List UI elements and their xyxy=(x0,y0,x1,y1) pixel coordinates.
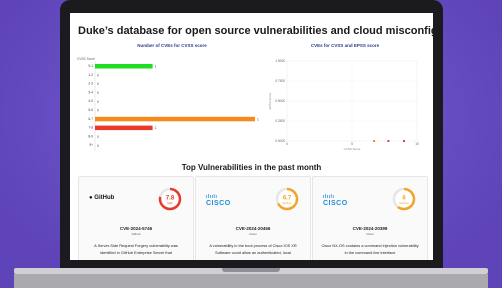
score-value: 6.7 xyxy=(283,196,292,202)
bar-value-label: 1 xyxy=(257,117,259,121)
bar-7-8 xyxy=(95,125,153,131)
cve-description: A Server-Side Request Forgery vulnerabil… xyxy=(94,243,178,255)
bar-value-label: 1 xyxy=(155,126,157,130)
bar-category-label: 8-9 xyxy=(88,134,93,138)
bar-value-label: 0 xyxy=(97,144,99,148)
bar-category-label: 9-1 xyxy=(88,64,93,68)
bar-category-label: 9+ xyxy=(89,143,93,147)
laptop-base-edge xyxy=(14,274,488,288)
scatter-point xyxy=(403,140,405,142)
vulnerability-card[interactable]: ● GitHub 7.8 High CVE-2024-5746 Github A … xyxy=(78,176,194,260)
cve-description: Cisco NX-OS contains a command injection… xyxy=(321,243,419,255)
section-title: Top Vulnerabilities in the past month xyxy=(181,163,322,172)
bar-value-label: 0 xyxy=(97,82,99,86)
bar-value-label: 0 xyxy=(97,73,99,77)
scatter-y-tick: 0.0000 xyxy=(275,139,285,143)
github-octocat-icon: ● xyxy=(89,195,93,201)
bar-value-label: 0 xyxy=(97,135,99,139)
scatter-chart-title: CVEs for CVSS and EPSS score xyxy=(310,43,380,48)
bar-category-label: 6-7 xyxy=(88,117,93,121)
scatter-y-tick: 0.2500 xyxy=(275,119,285,123)
vendor-name: Github xyxy=(131,232,141,236)
bar-category-label: 4-5 xyxy=(88,99,93,103)
scatter-chart: 1.0000 0.7500 0.5000 0.2500 0.00000 5 10 EPSS S… xyxy=(268,59,419,151)
severity-label: Medium xyxy=(399,201,408,205)
scatter-point xyxy=(387,140,390,142)
scatter-y-tick: 0.7500 xyxy=(275,79,285,83)
scatter-y-axis-label: EPSS Score xyxy=(268,92,272,109)
page-title: Duke’s database for open source vulnerab… xyxy=(78,25,433,37)
bar-chart-title: Number of CVEs for CVSS score xyxy=(137,43,207,48)
cisco-logo: ılıılı CISCO xyxy=(206,194,231,208)
cisco-logo: ılıılı CISCO xyxy=(323,194,348,208)
bar-category-label: 1-2 xyxy=(88,73,93,77)
cve-id[interactable]: CVE-2024-20399 xyxy=(313,226,427,231)
bar-value-label: 0 xyxy=(97,109,99,113)
bar-chart: CVSS Score 9-1 1 1-2 0 2-3 0 3-4 0 4-5 0 5-6 0 6-7 1 7-… xyxy=(77,57,259,151)
scatter-x-tick: 10 xyxy=(415,142,419,146)
scatter-x-axis-label: CVSS Score xyxy=(344,147,361,151)
github-logo: ● GitHub xyxy=(89,195,115,201)
score-gauge: 6Medium xyxy=(392,187,416,211)
cve-id[interactable]: CVE-2024-5746 xyxy=(79,226,193,231)
scatter-x-tick: 0 xyxy=(286,142,288,146)
bar-9-1 xyxy=(95,64,153,69)
bar-category-label: 2-3 xyxy=(88,82,93,86)
vendor-name: Cisco xyxy=(249,232,257,236)
bar-value-label: 1 xyxy=(155,65,157,69)
score-value: 7.8 xyxy=(166,196,175,202)
score-gauge: 6.7Medium xyxy=(275,187,299,211)
scatter-x-tick: 5 xyxy=(351,142,353,146)
dashboard-screen: Duke’s database for open source vulnerab… xyxy=(70,13,433,260)
bar-6-7 xyxy=(95,116,255,122)
bar-category-label: 5-6 xyxy=(88,108,93,112)
bar-category-label: 7-8 xyxy=(88,126,93,130)
cve-description: A vulnerability in the boot process of C… xyxy=(209,243,297,255)
laptop-notch xyxy=(222,268,280,272)
severity-label: Medium xyxy=(282,201,291,205)
scatter-y-tick: 1.0000 xyxy=(275,59,285,63)
bar-y-axis-label: CVSS Score xyxy=(77,57,95,61)
bar-value-label: 0 xyxy=(97,100,99,104)
cve-id[interactable]: CVE-2024-20456 xyxy=(196,226,310,231)
score-gauge: 7.8High xyxy=(158,187,182,211)
vulnerability-card[interactable]: ılıılı CISCO 6.7 Medium CVE-2024-20456 Ci… xyxy=(195,176,311,260)
bar-value-label: 0 xyxy=(97,91,99,95)
vendor-name: Cisco xyxy=(366,232,374,236)
scatter-y-tick: 0.5000 xyxy=(275,99,285,103)
vulnerability-card[interactable]: ılıılı CISCO 6 Medium CVE-2024-20399 Cisc… xyxy=(312,176,428,260)
scatter-point xyxy=(373,140,376,142)
bar-category-label: 3-4 xyxy=(88,90,93,94)
severity-label: High xyxy=(167,201,173,205)
